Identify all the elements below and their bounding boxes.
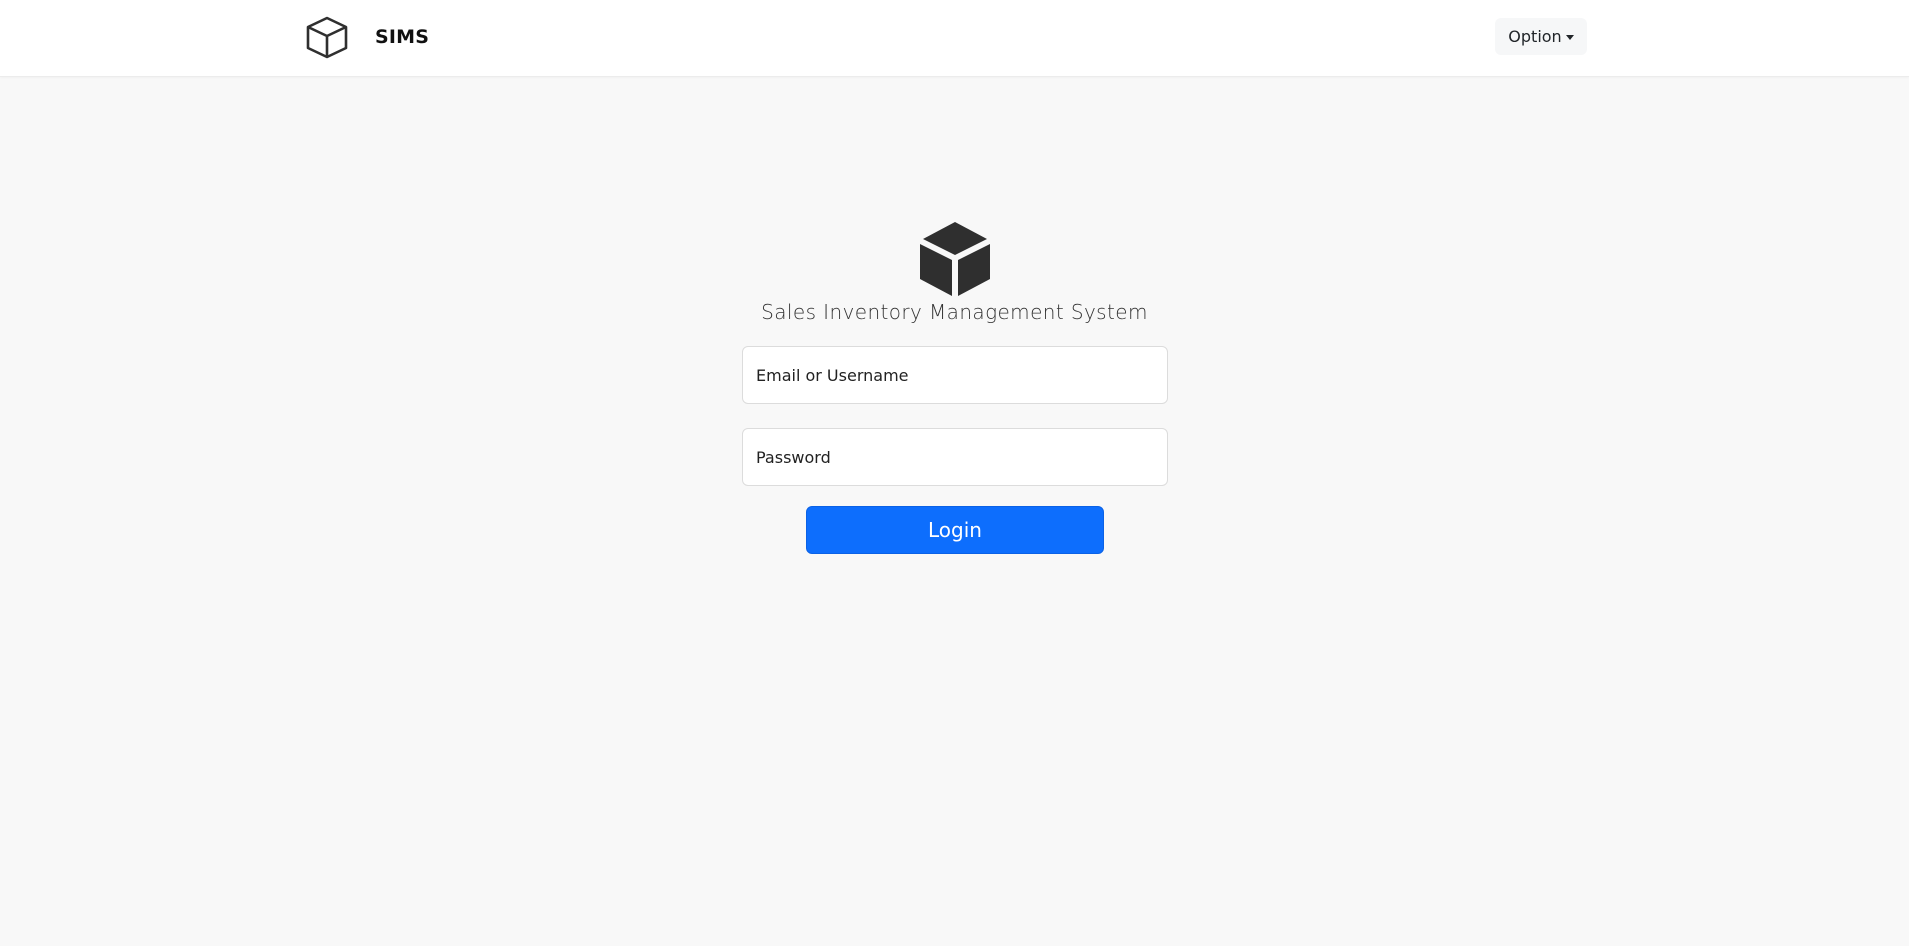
- box-solid-icon: [920, 222, 990, 296]
- login-button[interactable]: Login: [806, 506, 1104, 554]
- password-input[interactable]: [742, 428, 1168, 486]
- system-title: Sales Inventory Management System: [761, 300, 1148, 324]
- login-panel: Sales Inventory Management System Login: [0, 0, 1909, 946]
- email-username-input[interactable]: [742, 346, 1168, 404]
